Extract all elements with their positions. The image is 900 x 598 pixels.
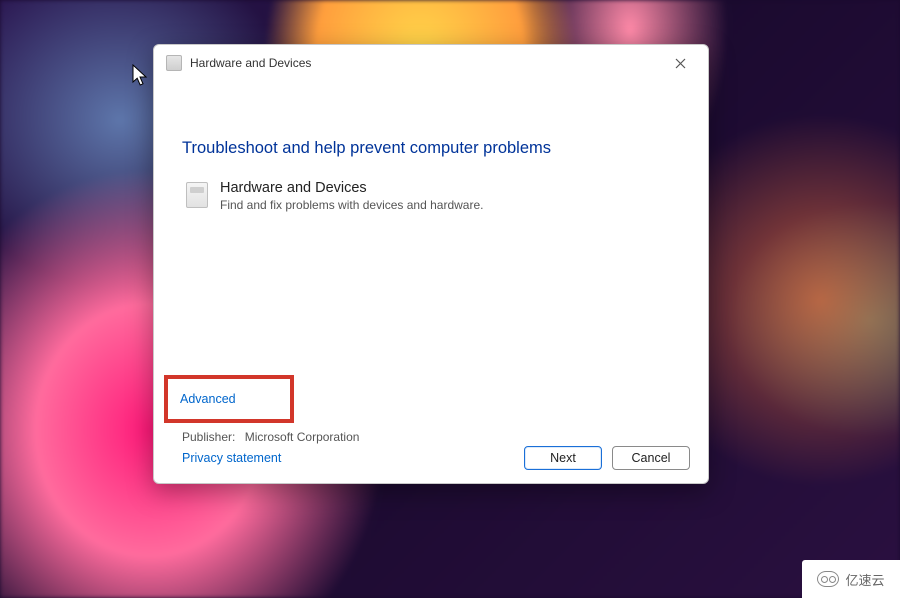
advanced-link[interactable]: Advanced xyxy=(180,392,236,406)
dialog-content: Troubleshoot and help prevent computer p… xyxy=(154,81,708,431)
troubleshooter-item: Hardware and Devices Find and fix proble… xyxy=(186,180,680,212)
cloud-icon xyxy=(817,571,839,587)
page-heading: Troubleshoot and help prevent computer p… xyxy=(182,139,680,158)
next-button[interactable]: Next xyxy=(524,446,602,470)
watermark: 亿速云 xyxy=(802,560,900,598)
publisher-value: Microsoft Corporation xyxy=(245,430,360,444)
publisher-label: Publisher: xyxy=(182,430,235,444)
troubleshooter-description: Find and fix problems with devices and h… xyxy=(220,198,483,212)
privacy-statement-link[interactable]: Privacy statement xyxy=(182,451,281,465)
troubleshooter-dialog: Hardware and Devices Troubleshoot and he… xyxy=(153,44,709,484)
close-button[interactable] xyxy=(658,48,702,78)
titlebar: Hardware and Devices xyxy=(154,45,708,81)
troubleshooter-name: Hardware and Devices xyxy=(220,180,483,196)
hardware-icon xyxy=(186,182,208,208)
highlight-box: Advanced xyxy=(164,375,294,423)
close-icon xyxy=(675,58,686,69)
app-icon xyxy=(166,55,182,71)
window-title: Hardware and Devices xyxy=(190,56,658,70)
troubleshooter-text: Hardware and Devices Find and fix proble… xyxy=(220,180,483,212)
publisher-row: Publisher: Microsoft Corporation xyxy=(182,430,359,444)
cancel-button[interactable]: Cancel xyxy=(612,446,690,470)
watermark-text: 亿速云 xyxy=(845,570,884,589)
